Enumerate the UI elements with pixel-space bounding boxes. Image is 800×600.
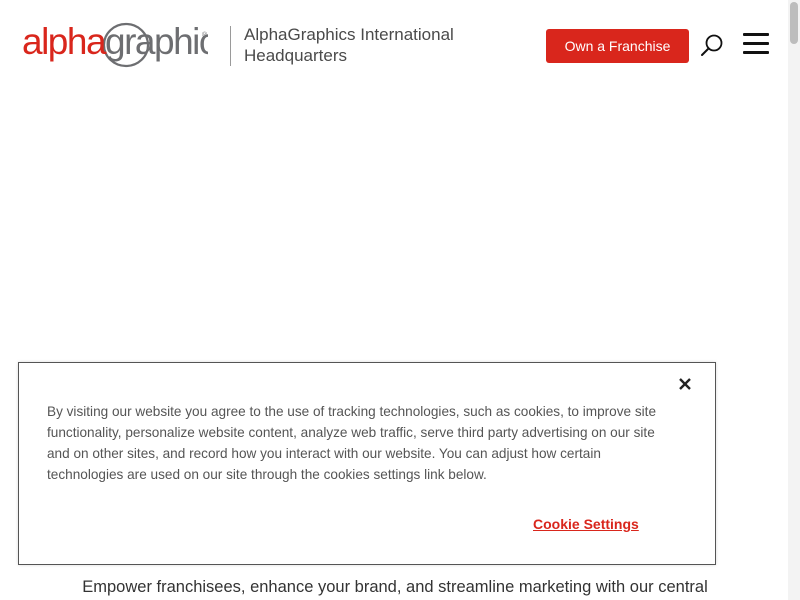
svg-text:®: ® <box>202 31 208 39</box>
header-divider <box>230 26 231 66</box>
headquarters-title: AlphaGraphics International Headquarters <box>244 25 454 65</box>
logo-graphic: alphagraphics ® <box>22 21 208 68</box>
cookie-consent-banner: By visiting our website you agree to the… <box>18 362 716 565</box>
alphagraphics-logo[interactable]: alphagraphics ® <box>22 18 208 70</box>
search-icon[interactable] <box>699 32 725 58</box>
close-icon[interactable] <box>675 374 695 394</box>
hero-subtitle: Empower franchisees, enhance your brand,… <box>82 578 708 596</box>
page-scrollbar[interactable] <box>788 0 800 600</box>
site-header: alphagraphics ® AlphaGraphics Internatio… <box>0 0 788 92</box>
own-a-franchise-button[interactable]: Own a Franchise <box>546 29 689 63</box>
cookie-settings-link[interactable]: Cookie Settings <box>533 516 639 532</box>
scrollbar-thumb[interactable] <box>790 2 798 44</box>
hamburger-menu-icon[interactable] <box>741 32 771 56</box>
logo-text: alphagraphics <box>22 21 208 62</box>
cookie-banner-text: By visiting our website you agree to the… <box>47 404 657 482</box>
